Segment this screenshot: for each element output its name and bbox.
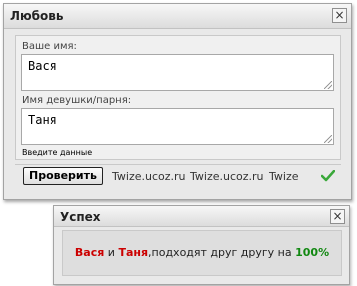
name2: Таня xyxy=(118,246,149,259)
partner-name-label: Имя девушки/парня: xyxy=(22,95,132,106)
love-dialog: Любовь × Ваше имя: Вася Имя девушки/парн… xyxy=(3,3,352,200)
partner-name-field[interactable]: Таня xyxy=(21,108,334,145)
check-button[interactable]: Проверить xyxy=(23,167,103,185)
link-twize-3[interactable]: Twize xyxy=(269,170,299,183)
your-name-field[interactable]: Вася xyxy=(21,54,334,91)
dialog-title: Любовь xyxy=(10,9,64,23)
form-panel: Ваше имя: Вася Имя девушки/парня: Таня В… xyxy=(15,35,341,160)
close-icon[interactable]: × xyxy=(332,8,347,23)
success-title: Успех xyxy=(60,210,101,224)
checkmark-icon xyxy=(321,170,335,182)
result-text: ,подходят друг другу на xyxy=(148,246,296,259)
close-icon[interactable]: × xyxy=(330,209,345,224)
link-twize-2[interactable]: Twize.ucoz.ru xyxy=(190,170,264,183)
hint-text: Введите данные xyxy=(22,148,93,157)
your-name-value: Вася xyxy=(28,59,57,73)
link-twize-1[interactable]: Twize.ucoz.ru xyxy=(112,170,186,183)
name1: Вася xyxy=(74,246,105,259)
success-titlebar[interactable]: Успех × xyxy=(54,206,349,227)
result-message: Вася и Таня,подходят друг другу на 100% xyxy=(62,230,342,276)
your-name-label: Ваше имя: xyxy=(22,41,77,52)
divider xyxy=(15,164,341,165)
conjunction: и xyxy=(104,246,119,259)
resize-grip-icon[interactable] xyxy=(324,135,332,143)
percent-value: 100% xyxy=(295,246,330,259)
partner-name-value: Таня xyxy=(28,113,57,127)
resize-grip-icon[interactable] xyxy=(324,81,332,89)
dialog-titlebar[interactable]: Любовь × xyxy=(4,4,351,29)
success-dialog: Успех × Вася и Таня,подходят друг другу … xyxy=(53,205,350,285)
